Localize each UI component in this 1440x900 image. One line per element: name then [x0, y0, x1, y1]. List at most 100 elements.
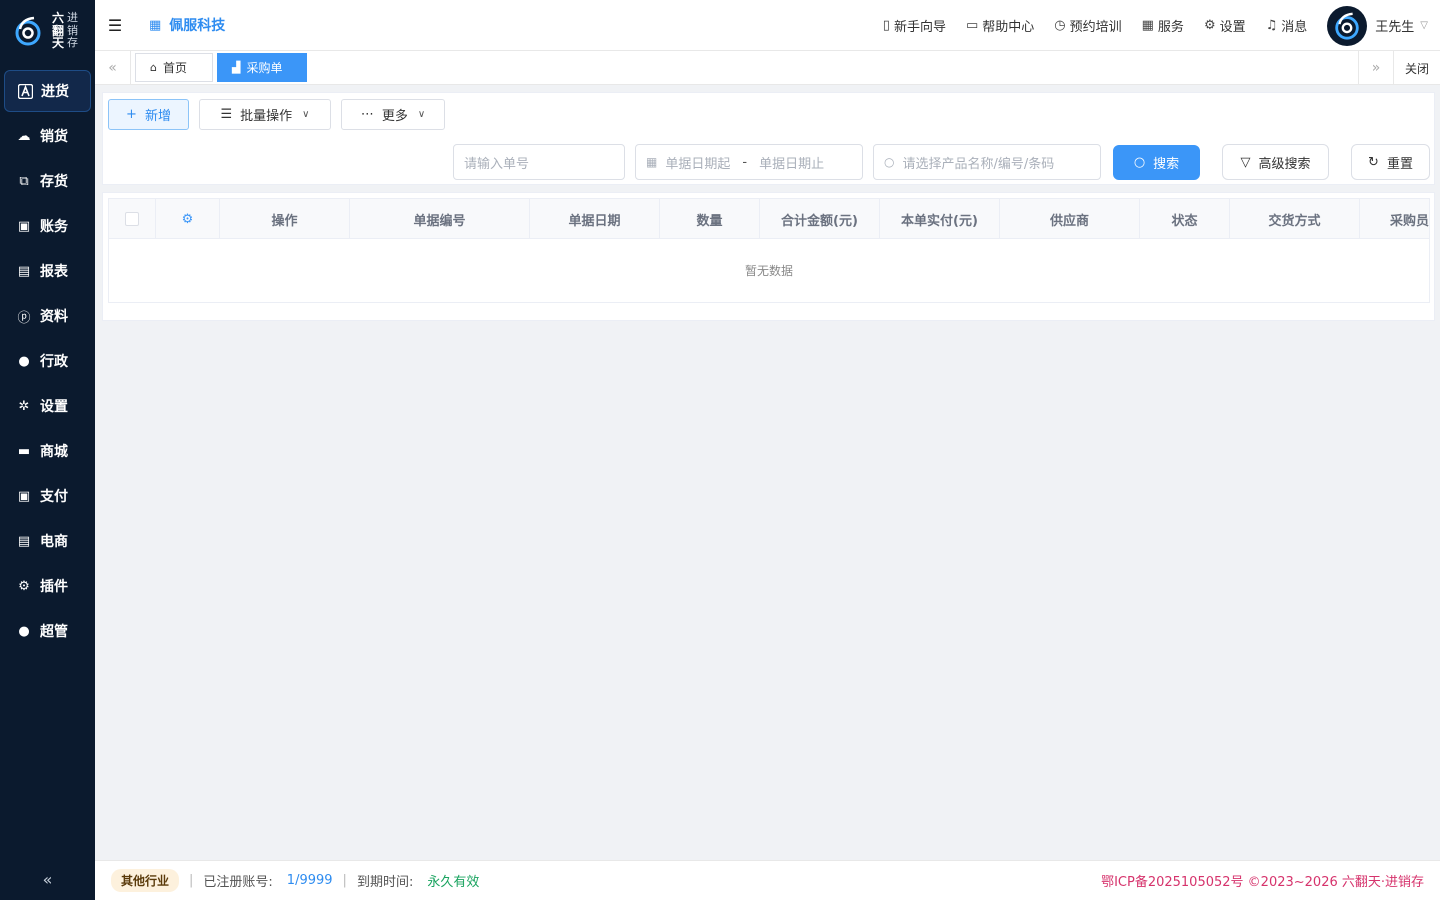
superadmin-icon: ●	[18, 623, 30, 639]
messages-link[interactable]: ♫ 消息	[1266, 16, 1308, 35]
batch-operations-button[interactable]: ☰ 批量操作 ∨	[199, 99, 331, 130]
search-button[interactable]: ○ 搜索	[1113, 145, 1200, 180]
add-button[interactable]: + 新增	[108, 99, 189, 130]
add-label: 新增	[144, 109, 171, 124]
double-chevron-left-icon: «	[108, 60, 117, 76]
date-range-picker[interactable]: ▦ 单据日期起 - 单据日期止	[635, 144, 863, 180]
batch-label: 批量操作	[240, 109, 293, 124]
sidebar-item-label: 插件	[40, 579, 68, 595]
plugin-icon: ⚙	[18, 578, 30, 594]
product-search-input[interactable]: ○ 请选择产品名称/编号/条码	[873, 144, 1101, 180]
more-button[interactable]: ⋯ 更多 ∨	[341, 99, 445, 130]
company-name: 佩服科技	[169, 18, 226, 34]
sidebar-item-superadmin[interactable]: ● 超管	[4, 610, 91, 652]
sidebar-item-label: 支付	[40, 489, 68, 505]
column-header: 状态	[1140, 199, 1230, 239]
column-settings-button[interactable]: ⚙	[156, 199, 220, 239]
accounts-icon: ▣	[17, 218, 31, 234]
training-label: 预约培训	[1069, 20, 1122, 35]
bell-icon: ♫	[1265, 18, 1278, 33]
advanced-label: 高级搜索	[1258, 156, 1311, 172]
product-placeholder: 请选择产品名称/编号/条码	[902, 156, 1055, 172]
tabs-scroll-left-button[interactable]: «	[95, 51, 131, 85]
building-icon: ▦	[149, 17, 162, 33]
sidebar-item-accounts[interactable]: ▣ 账务	[4, 205, 91, 247]
plus-icon: +	[126, 107, 137, 122]
guide-link[interactable]: ▯ 新手向导	[883, 16, 946, 35]
company-switcher[interactable]: ▦ 佩服科技	[149, 15, 225, 35]
service-label: 服务	[1157, 20, 1184, 35]
settings-link[interactable]: ⚙ 设置	[1204, 16, 1246, 35]
calendar-icon: ▦	[646, 155, 658, 169]
sidebar-item-label: 进货	[41, 84, 69, 100]
sidebar: 六 翻 天 进 销 存 进货 ☁ 销货 ⧉ 存货 ▣ 账务 ▤ 报表 ⓟ 资料 …	[0, 0, 95, 900]
training-link[interactable]: ◷ 预约培训	[1054, 16, 1121, 35]
top-header: ☰ ▦ 佩服科技 ▯ 新手向导 ▭ 帮助中心 ◷ 预约培训 ▦ 服务 ⚙ 设置 …	[95, 0, 1440, 51]
tabs-scroll-right-button[interactable]: »	[1358, 51, 1394, 85]
hamburger-icon: ☰	[107, 15, 123, 35]
sidebar-item-inventory[interactable]: ⧉ 存货	[4, 160, 91, 202]
logo-sub-1: 进	[67, 11, 79, 25]
sidebar-item-data[interactable]: ⓟ 资料	[4, 295, 91, 337]
select-all-cell	[109, 199, 156, 239]
expire-label: 到期时间:	[356, 875, 414, 890]
more-label: 更多	[381, 109, 408, 124]
help-center-link[interactable]: ▭ 帮助中心	[966, 16, 1034, 35]
book-icon: ▭	[965, 18, 979, 33]
sidebar-item-label: 电商	[40, 534, 68, 550]
copyright-link[interactable]: 鄂ICP备2025105052号 ©2023~2026 六翻天·进销存	[1101, 871, 1424, 890]
sidebar-item-label: 商城	[40, 444, 68, 460]
sidebar-item-admin[interactable]: ● 行政	[4, 340, 91, 382]
logo-text-3: 天	[52, 36, 65, 51]
ecommerce-icon: ▤	[17, 533, 31, 549]
reset-button[interactable]: ↻ 重置	[1351, 144, 1430, 180]
sidebar-item-label: 存货	[40, 174, 68, 190]
settings-icon: ✲	[18, 398, 30, 414]
sidebar-item-payment[interactable]: ▣ 支付	[4, 475, 91, 517]
footer: 其他行业 | 已注册账号: 1/9999 | 到期时间: 永久有效 鄂ICP备2…	[95, 860, 1440, 900]
chevron-down-icon: ∨	[417, 109, 426, 120]
data-icon: ⓟ	[17, 310, 31, 326]
sidebar-item-plugin[interactable]: ⚙ 插件	[4, 565, 91, 607]
tab-home[interactable]: ⌂ 首页	[135, 53, 213, 82]
sidebar-item-mall[interactable]: ▬ 商城	[4, 430, 91, 472]
chevron-down-icon[interactable]: ▽	[1420, 20, 1428, 31]
user-name[interactable]: 王先生	[1375, 16, 1414, 35]
registered-label: 已注册账号:	[203, 875, 273, 890]
sidebar-item-settings[interactable]: ✲ 设置	[4, 385, 91, 427]
footer-divider: |	[342, 873, 347, 888]
close-tabs-label: 关闭	[1404, 61, 1429, 76]
sidebar-item-label: 报表	[40, 264, 68, 280]
select-all-checkbox[interactable]	[125, 212, 139, 226]
advanced-search-button[interactable]: ▽ 高级搜索	[1222, 144, 1329, 180]
avatar[interactable]	[1327, 5, 1368, 46]
sidebar-item-report[interactable]: ▤ 报表	[4, 250, 91, 292]
help-label: 帮助中心	[982, 20, 1035, 35]
close-tabs-button[interactable]: 关闭	[1394, 51, 1440, 85]
column-header: 操作	[220, 199, 350, 239]
sidebar-item-purchase[interactable]: 进货	[4, 70, 91, 112]
sidebar-collapse-button[interactable]: «	[0, 866, 95, 892]
sidebar-item-label: 设置	[40, 399, 68, 415]
tabs-bar: « ⌂ 首页 ▟ 采购单 » 关闭	[95, 51, 1440, 85]
menu-toggle-button[interactable]: ☰	[95, 16, 135, 35]
sidebar-item-label: 超管	[40, 624, 68, 640]
column-header: 本单实付(元)	[880, 199, 1000, 239]
service-link[interactable]: ▦ 服务	[1142, 16, 1184, 35]
search-icon: ○	[1133, 155, 1146, 170]
sliders-icon: ☰	[220, 107, 233, 122]
grid-icon: ▦	[1141, 18, 1154, 33]
filter-icon: ▽	[1240, 154, 1251, 170]
tab-purchase-order[interactable]: ▟ 采购单	[217, 53, 307, 82]
order-number-input[interactable]: 请输入单号	[453, 144, 625, 180]
report-icon: ▤	[17, 263, 31, 279]
sidebar-nav: 进货 ☁ 销货 ⧉ 存货 ▣ 账务 ▤ 报表 ⓟ 资料 ● 行政 ✲ 设置 ▬ …	[0, 70, 95, 652]
column-header: 供应商	[1000, 199, 1140, 239]
tab-label: 首页	[162, 61, 187, 75]
column-header: 单据日期	[530, 199, 660, 239]
messages-label: 消息	[1281, 20, 1308, 35]
sidebar-item-sales[interactable]: ☁ 销货	[4, 115, 91, 157]
sidebar-item-ecommerce[interactable]: ▤ 电商	[4, 520, 91, 562]
sidebar-item-label: 行政	[40, 354, 68, 370]
reset-label: 重置	[1386, 156, 1413, 172]
